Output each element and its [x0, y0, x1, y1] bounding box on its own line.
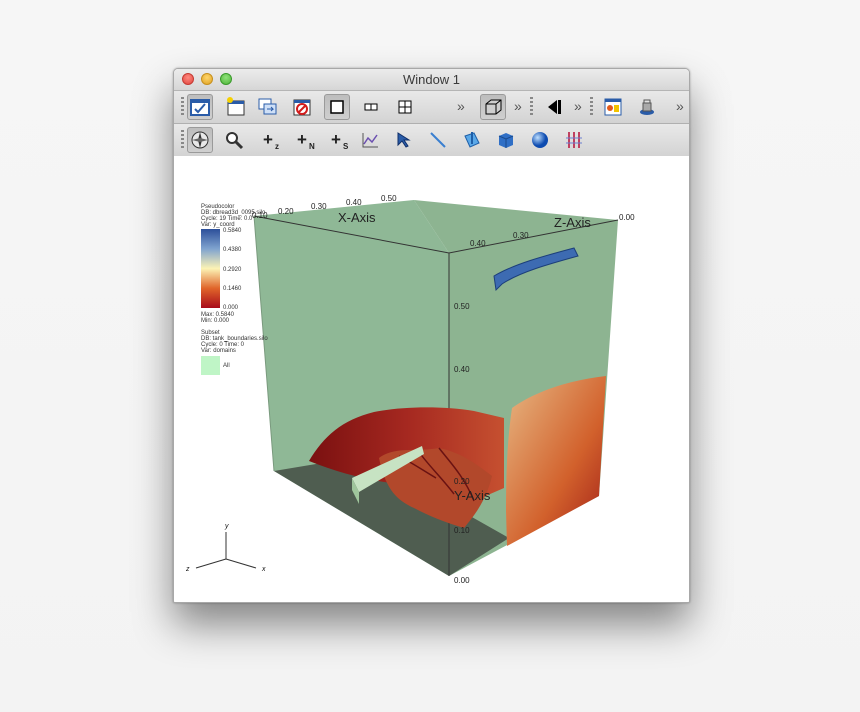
toolbar-grip[interactable]	[181, 97, 184, 117]
y-tick-0: 0.50	[454, 302, 470, 311]
layout-1x2-icon[interactable]	[358, 94, 384, 120]
animation-reverse-icon[interactable]	[540, 94, 566, 120]
more-chevron-icon[interactable]: »	[676, 98, 684, 114]
checklist-icon[interactable]	[187, 94, 213, 120]
triad-z-label: z	[185, 566, 190, 573]
colorbar-tick-4: 0.000	[223, 305, 239, 311]
box-tool-icon[interactable]	[493, 127, 519, 153]
legend-min: Min: 0.000	[201, 318, 230, 324]
navigate-compass-icon[interactable]	[187, 127, 213, 153]
lock-view-icon[interactable]	[634, 94, 660, 120]
x-axis-label: X-Axis	[338, 210, 376, 225]
x-tick-3: 0.40	[346, 198, 362, 207]
plane-tool-icon[interactable]	[459, 127, 485, 153]
lineout-icon[interactable]	[357, 127, 383, 153]
x-tick-2: 0.30	[311, 202, 327, 211]
node-pick-label: N	[309, 142, 315, 151]
zoom-icon[interactable]	[221, 127, 247, 153]
colorbar	[201, 229, 220, 308]
y-tick-3: 0.20	[454, 477, 470, 486]
colorbar-tick-1: 0.4380	[223, 247, 242, 253]
toolbar-grip[interactable]	[181, 130, 184, 150]
cube-view-icon[interactable]	[480, 94, 506, 120]
z-tick-3: 0.30	[513, 231, 529, 240]
delete-window-icon[interactable]	[289, 94, 315, 120]
new-window-icon[interactable]	[223, 94, 249, 120]
y-axis-label: Y-Axis	[454, 488, 491, 503]
colorbar-tick-2: 0.2920	[223, 267, 242, 273]
zone-pick-icon[interactable]: + z	[255, 127, 281, 153]
toolbar-interaction: + z + N + S	[174, 124, 689, 157]
triad-x-label: x	[261, 566, 266, 573]
sphere-tool-icon[interactable]	[527, 127, 553, 153]
triad-x-line	[225, 558, 257, 569]
z-top-tick: 0.00	[619, 213, 635, 222]
render-canvas[interactable]: 0.10 0.20 0.30 0.40 0.50 X-Axis 0.40 0.3…	[174, 156, 689, 602]
more-chevron-icon[interactable]: »	[457, 98, 465, 114]
layout-1x1-icon[interactable]	[324, 94, 350, 120]
subset-var: Var: domains	[201, 348, 236, 354]
z-tick-4: 0.40	[470, 239, 486, 248]
spreadsheet-pick-label: S	[343, 142, 349, 151]
more-chevron-icon[interactable]: »	[514, 98, 522, 114]
visit-window: Window 1 » » » » + z + N + S 0.10 0.20 0…	[173, 68, 690, 603]
window-title: Window 1	[402, 72, 461, 87]
x-tick-1: 0.20	[278, 207, 294, 216]
axis-restrict-icon[interactable]	[561, 127, 587, 153]
more-chevron-icon[interactable]: »	[574, 98, 582, 114]
y-tick-5: 0.00	[454, 576, 470, 585]
toolbar-grip[interactable]	[590, 97, 593, 117]
colorbar-tick-0: 0.5840	[223, 228, 242, 234]
y-tick-4: 0.10	[454, 526, 470, 535]
triad-z-line	[195, 558, 227, 569]
spreadsheet-pick-icon[interactable]: + S	[323, 127, 349, 153]
copy-window-icon[interactable]	[255, 94, 281, 120]
zone-pick-label: z	[275, 142, 280, 151]
image-settings-icon[interactable]	[600, 94, 626, 120]
colorbar-tick-3: 0.1460	[223, 286, 242, 292]
z-axis-label: Z-Axis	[554, 215, 591, 230]
line-tool-icon[interactable]	[425, 127, 451, 153]
toolbar-top: » » » »	[174, 91, 689, 124]
triad-y-label: y	[224, 523, 229, 530]
scene-svg[interactable]: 0.10 0.20 0.30 0.40 0.50 X-Axis 0.40 0.3…	[174, 156, 689, 602]
point-tool-icon[interactable]	[391, 127, 417, 153]
toolbar-grip[interactable]	[530, 97, 533, 117]
node-pick-icon[interactable]: + N	[289, 127, 315, 153]
subset-swatch	[201, 356, 220, 375]
y-tick-1: 0.40	[454, 365, 470, 374]
subset-entry: All	[223, 363, 230, 369]
title-bar[interactable]: Window 1	[174, 69, 689, 91]
x-tick-4: 0.50	[381, 194, 397, 203]
layout-2x2-icon[interactable]	[392, 94, 418, 120]
